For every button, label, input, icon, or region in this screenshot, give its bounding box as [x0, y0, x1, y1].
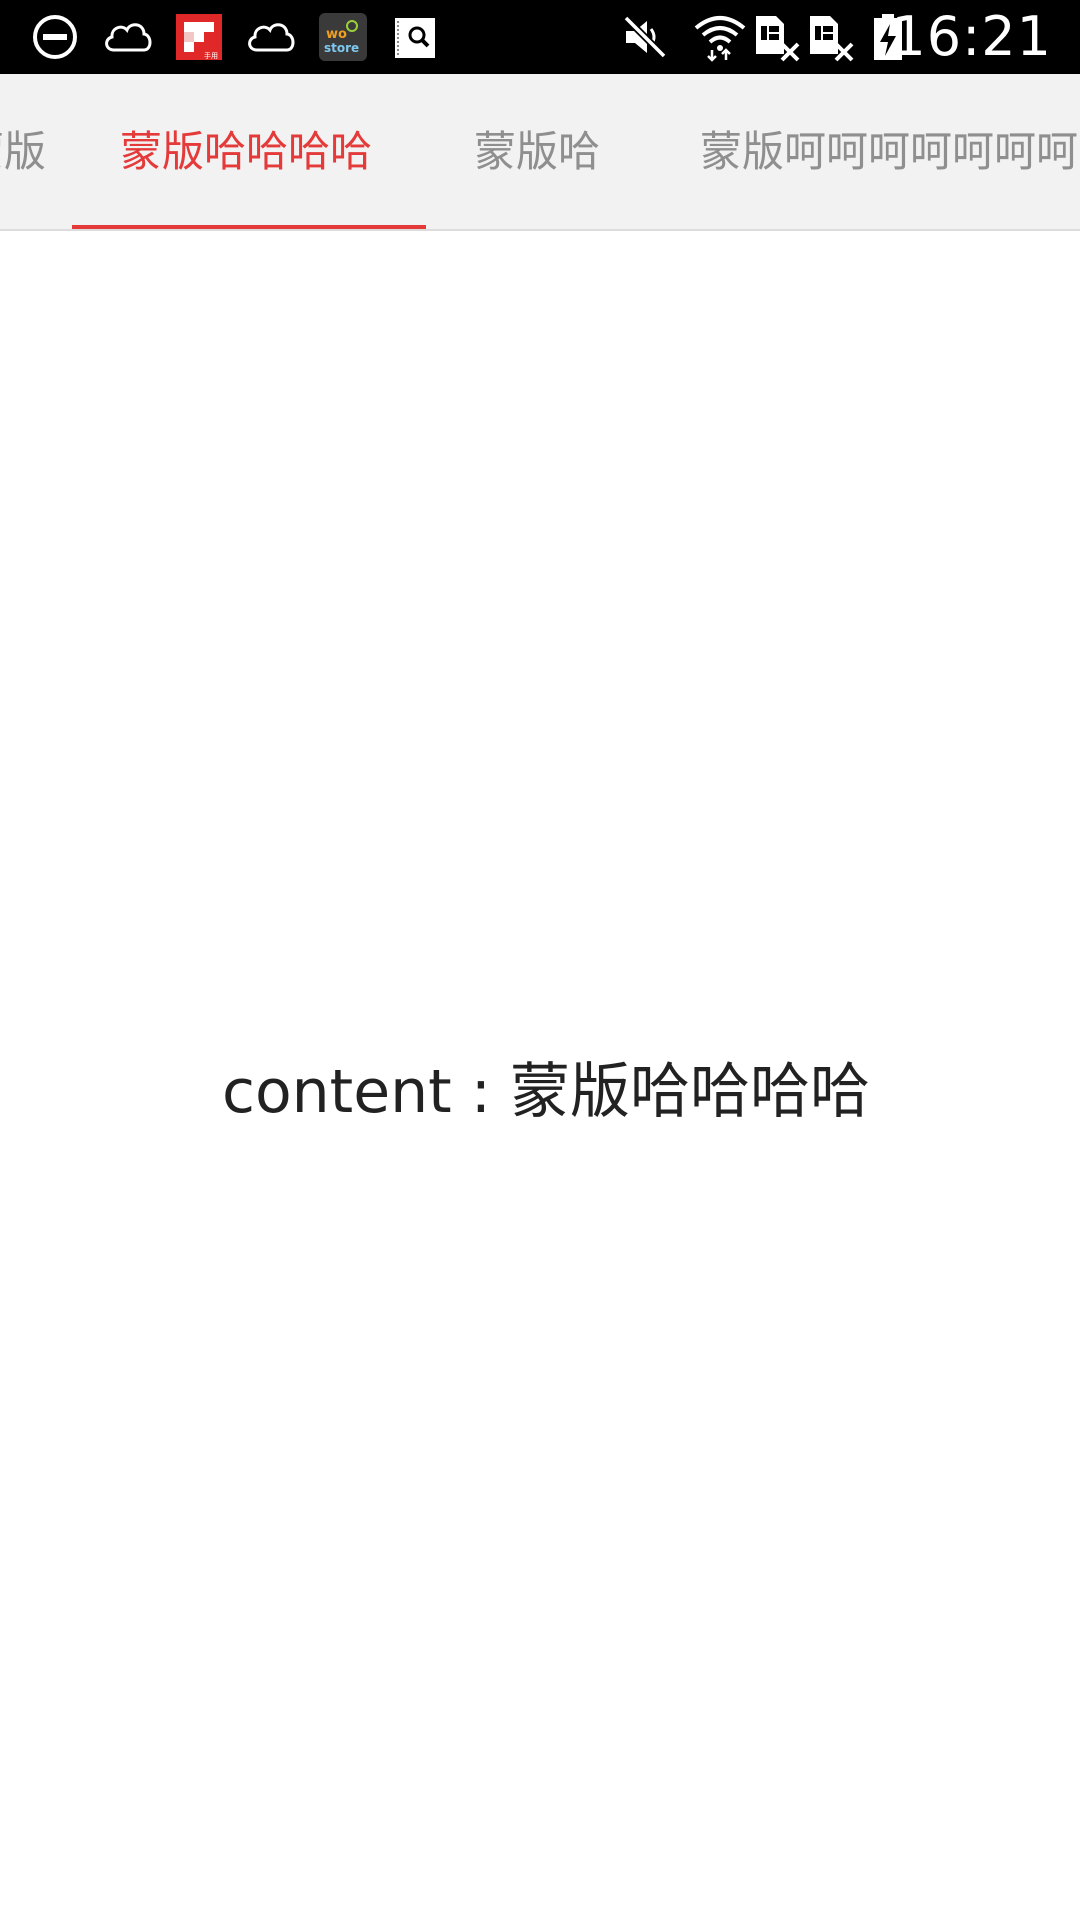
tab-bar: 蒙版 蒙版哈哈哈哈 蒙版哈 蒙版呵呵呵呵呵呵呵呵	[0, 74, 1080, 231]
search-app-icon	[392, 12, 438, 62]
wifi-icon	[692, 12, 748, 62]
flipboard-label: 手用	[204, 51, 218, 60]
tab-item[interactable]: 蒙版哈	[474, 74, 600, 229]
sim1-no-signal-icon	[752, 12, 802, 62]
flipboard-app-icon: 手用	[174, 12, 224, 62]
status-clock: 16:21	[891, 5, 1052, 68]
wostore-app-icon: wo store	[318, 12, 368, 62]
weather-cloud-icon	[243, 12, 299, 62]
tab-item[interactable]: 蒙版	[0, 74, 46, 229]
tab-item[interactable]: 蒙版呵呵呵呵呵呵呵呵	[700, 74, 1080, 229]
content-pane: content : 蒙版哈哈哈哈	[0, 233, 1080, 1920]
tab-indicator	[72, 225, 426, 229]
status-bar: 手用 wo store 16:21	[0, 0, 1080, 74]
tab-item-active[interactable]: 蒙版哈哈哈哈	[120, 74, 372, 229]
volume-muted-icon	[620, 12, 670, 62]
do-not-disturb-icon	[30, 12, 80, 62]
svg-text:store: store	[324, 41, 359, 55]
svg-text:wo: wo	[326, 27, 347, 42]
sim2-no-signal-icon	[806, 12, 856, 62]
content-text: content : 蒙版哈哈哈哈	[221, 1057, 871, 1127]
weather-cloud-icon	[100, 12, 156, 62]
